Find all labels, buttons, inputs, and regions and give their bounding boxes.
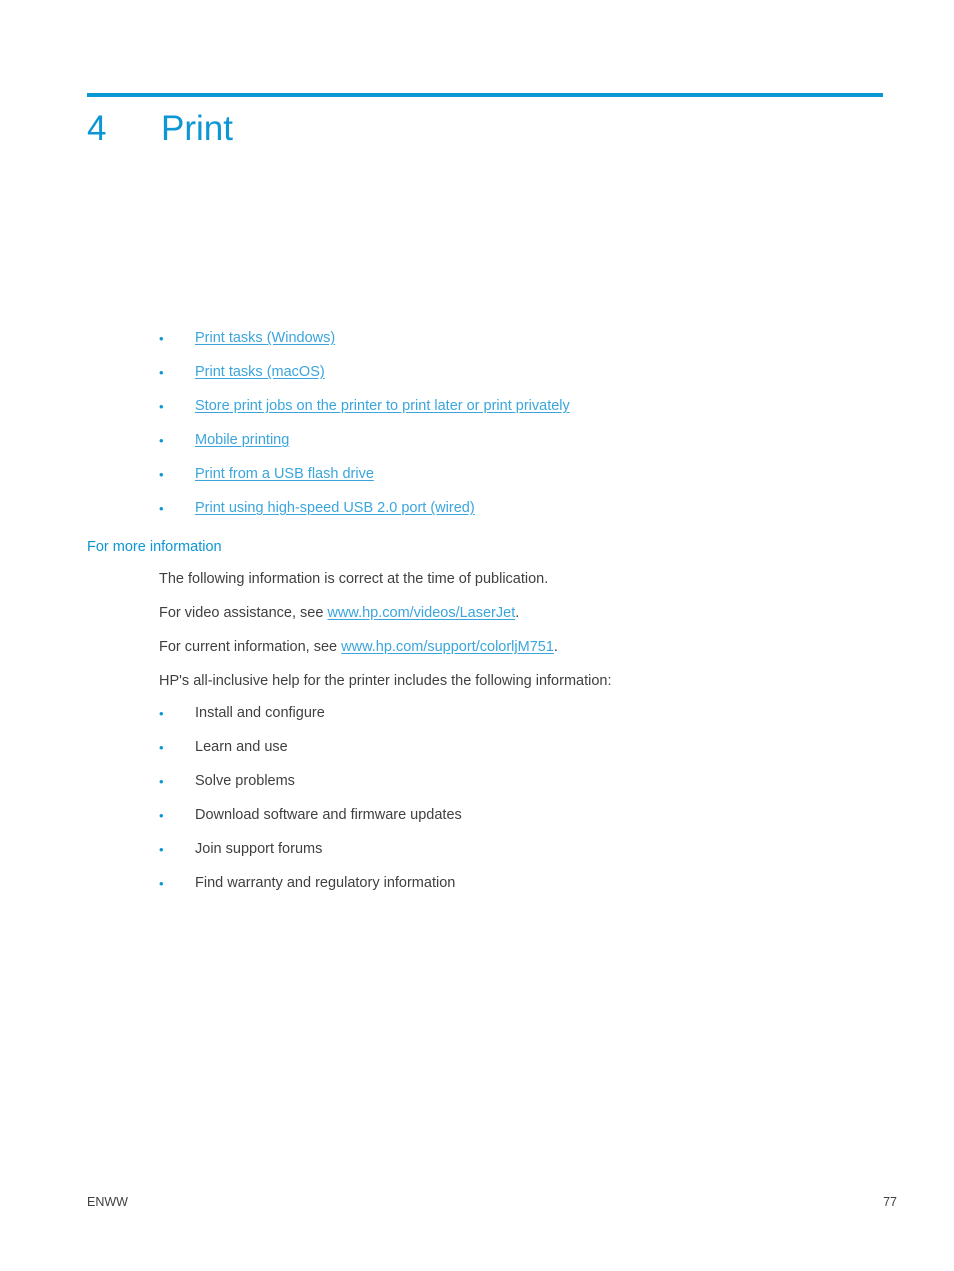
toc-link-mobile-printing[interactable]: Mobile printing bbox=[195, 430, 289, 450]
bullet-icon bbox=[159, 464, 195, 485]
feature-find-warranty-regulatory: Find warranty and regulatory information bbox=[195, 875, 456, 891]
toc-link-store-print-jobs[interactable]: Store print jobs on the printer to print… bbox=[195, 396, 570, 416]
feature-learn-and-use: Learn and use bbox=[195, 739, 288, 755]
help-feature-list: Install and configure Learn and use Solv… bbox=[159, 703, 859, 907]
bullet-icon bbox=[159, 805, 195, 826]
feature-join-support-forums: Join support forums bbox=[195, 841, 323, 857]
bullet-icon bbox=[159, 396, 195, 417]
bullet-icon bbox=[159, 498, 195, 519]
list-item[interactable]: Print tasks (macOS) bbox=[159, 362, 859, 396]
feature-install-and-configure: Install and configure bbox=[195, 705, 325, 721]
current-line-prefix: For current information, see bbox=[159, 639, 342, 655]
section-heading-for-more-information: For more information bbox=[87, 539, 222, 555]
paragraph-help-intro: HP's all-inclusive help for the printer … bbox=[159, 673, 612, 689]
document-page: 4 Print Print tasks (Windows) Print task… bbox=[0, 0, 954, 1271]
bullet-icon bbox=[159, 328, 195, 349]
toc-link-print-tasks-windows[interactable]: Print tasks (Windows) bbox=[195, 328, 335, 348]
video-line-suffix: . bbox=[515, 605, 520, 621]
bullet-icon bbox=[159, 737, 195, 758]
chapter-header-rule bbox=[87, 93, 883, 97]
current-line-suffix: . bbox=[553, 639, 558, 655]
toc-link-print-tasks-macos[interactable]: Print tasks (macOS) bbox=[195, 362, 325, 382]
list-item: Join support forums bbox=[159, 839, 859, 873]
chapter-toc-list: Print tasks (Windows) Print tasks (macOS… bbox=[159, 328, 859, 532]
feature-download-software-firmware: Download software and firmware updates bbox=[195, 807, 462, 823]
list-item[interactable]: Print from a USB flash drive bbox=[159, 464, 859, 498]
toc-link-print-using-usb-2-port[interactable]: Print using high-speed USB 2.0 port (wir… bbox=[195, 498, 475, 518]
bullet-icon bbox=[159, 430, 195, 451]
chapter-number: 4 bbox=[87, 109, 107, 148]
paragraph-current-information: For current information, see www.hp.com/… bbox=[159, 637, 879, 657]
bullet-icon bbox=[159, 771, 195, 792]
footer-locale: ENWW bbox=[87, 1195, 128, 1209]
paragraph-publication-notice: The following information is correct at … bbox=[159, 571, 549, 587]
bullet-icon bbox=[159, 873, 195, 894]
bullet-icon bbox=[159, 362, 195, 383]
link-hp-support-colorljm751[interactable]: www.hp.com/support/colorljM751 bbox=[341, 639, 554, 655]
bullet-icon bbox=[159, 839, 195, 860]
link-hp-videos-laserjet[interactable]: www.hp.com/videos/LaserJet bbox=[327, 605, 515, 621]
list-item: Solve problems bbox=[159, 771, 859, 805]
list-item[interactable]: Print using high-speed USB 2.0 port (wir… bbox=[159, 498, 859, 532]
bullet-icon bbox=[159, 703, 195, 724]
page-title: Print bbox=[161, 109, 233, 148]
list-item: Find warranty and regulatory information bbox=[159, 873, 859, 907]
list-item[interactable]: Print tasks (Windows) bbox=[159, 328, 859, 362]
list-item[interactable]: Mobile printing bbox=[159, 430, 859, 464]
footer-page-number: 77 bbox=[883, 1195, 897, 1209]
feature-solve-problems: Solve problems bbox=[195, 773, 295, 789]
list-item: Download software and firmware updates bbox=[159, 805, 859, 839]
list-item: Learn and use bbox=[159, 737, 859, 771]
list-item[interactable]: Store print jobs on the printer to print… bbox=[159, 396, 859, 430]
page-footer: ENWW 77 bbox=[87, 1194, 897, 1210]
more-information-body: The following information is correct at … bbox=[159, 569, 879, 691]
video-line-prefix: For video assistance, see bbox=[159, 605, 328, 621]
paragraph-video-assistance: For video assistance, see www.hp.com/vid… bbox=[159, 603, 879, 623]
list-item: Install and configure bbox=[159, 703, 859, 737]
chapter-heading: 4 Print bbox=[87, 107, 883, 151]
toc-link-print-from-usb-flash-drive[interactable]: Print from a USB flash drive bbox=[195, 464, 374, 484]
